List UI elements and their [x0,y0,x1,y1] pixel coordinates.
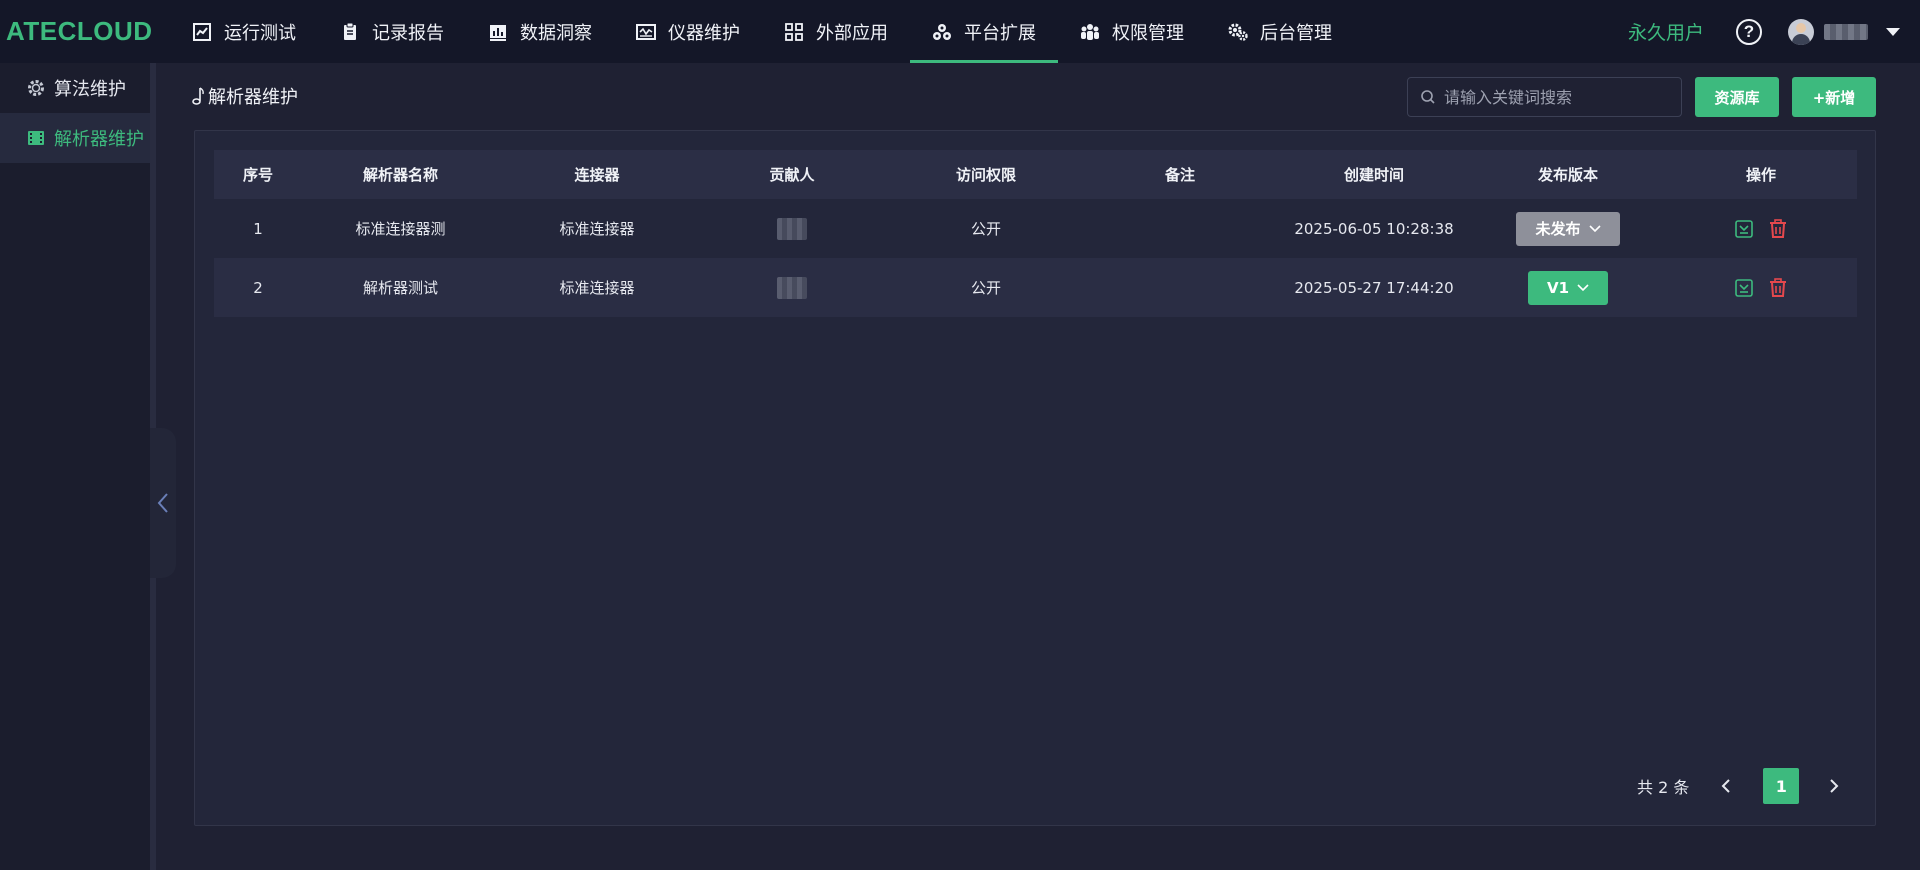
nav-item-data-insight[interactable]: 数据洞察 [466,0,614,63]
pagination: 共 2 条 1 [1637,768,1841,804]
pagination-total: 共 2 条 [1637,778,1690,797]
column-header: 操作 [1745,166,1776,184]
chevron-left-icon [157,493,168,513]
nav-item-label: 平台扩展 [964,22,1036,44]
chevron-down-icon [1588,224,1601,232]
nav-item-instrument[interactable]: 仪器维护 [614,0,762,63]
column-header: 序号 [242,166,273,184]
cell-created: 2025-05-27 17:44:20 [1294,278,1454,297]
top-right-area: 永久用户 ? [1628,0,1920,63]
page-title-text: 解析器维护 [208,87,298,108]
sidebar-item-parser[interactable]: 解析器维护 [0,113,150,163]
users-icon [1081,23,1099,40]
resource-library-button[interactable]: 资源库 [1695,77,1779,117]
contributor-redacted [777,217,807,240]
gears-icon [1228,23,1248,41]
cell-actions [1665,258,1857,317]
clipboard-icon [344,22,356,40]
column-header: 访问权限 [955,166,1016,184]
nav-item-reports[interactable]: 记录报告 [318,0,466,63]
sidebar-collapse-button[interactable] [150,428,176,578]
chevron-down-icon [1577,283,1589,291]
contributor-redacted [777,276,807,299]
cell-index: 1 [253,219,263,238]
nav-item-label: 运行测试 [224,22,296,44]
app-logo[interactable]: ATECLOUD [6,16,166,47]
parser-table: 序号 解析器名称 连接器 贡献人 访问权限 备注 创建时间 发布版本 操作 1 … [214,150,1857,317]
download-icon[interactable] [1734,219,1754,239]
column-header: 贡献人 [769,166,815,184]
cell-index: 2 [253,278,263,297]
music-note-icon [192,87,204,105]
pagination-page-current[interactable]: 1 [1763,768,1800,804]
nav-item-label: 后台管理 [1260,22,1332,44]
cell-access: 公开 [970,279,1001,297]
table-header-row: 序号 解析器名称 连接器 贡献人 访问权限 备注 创建时间 发布版本 操作 [214,150,1857,199]
film-icon [28,131,44,145]
cell-name: 标准连接器测 [355,220,446,238]
sidebar-item-label: 解析器维护 [54,129,144,150]
sidebar-item-label: 算法维护 [54,79,126,100]
cell-name: 解析器测试 [362,279,438,297]
nav-item-platform-ext[interactable]: 平台扩展 [910,0,1058,63]
cell-connector: 标准连接器 [559,279,635,297]
user-type-label: 永久用户 [1627,22,1704,44]
caret-down-icon[interactable] [1886,27,1900,36]
content-panel: 序号 解析器名称 连接器 贡献人 访问权限 备注 创建时间 发布版本 操作 1 … [194,130,1876,826]
chevron-left-icon[interactable] [1719,778,1733,794]
user-name-redacted[interactable] [1824,23,1868,40]
gear-icon [28,80,44,96]
avatar[interactable] [1788,18,1814,45]
sidebar: 算法维护 解析器维护 [0,63,150,870]
nav-item-external-apps[interactable]: 外部应用 [762,0,910,63]
nav-item-label: 记录报告 [372,22,444,44]
version-dropdown[interactable]: 未发布 [1516,211,1620,246]
cell-version: 未发布 [1471,199,1665,258]
chevron-right-icon[interactable] [1827,778,1841,794]
column-header: 连接器 [574,166,620,184]
table-row[interactable]: 2 解析器测试 标准连接器 公开 2025-05-27 17:44:20 V1 [214,258,1857,317]
cell-remark [1083,199,1277,258]
table-row[interactable]: 1 标准连接器测 标准连接器 公开 2025-06-05 10:28:38 未发… [214,199,1857,258]
nav-item-admin[interactable]: 后台管理 [1206,0,1354,63]
column-header: 创建时间 [1343,166,1404,184]
waveform-icon [636,23,656,40]
cell-version: V1 [1471,258,1665,317]
column-header: 备注 [1164,166,1195,184]
search-input[interactable] [1444,87,1664,107]
page-title: 解析器维护 [190,83,298,109]
search-icon [1421,90,1435,104]
delete-icon[interactable] [1768,277,1788,298]
search-box[interactable] [1407,77,1682,117]
nav-item-label: 外部应用 [816,22,888,44]
cell-contributor [695,199,889,258]
cell-actions [1665,199,1857,258]
chart-line-icon [193,22,211,41]
sidebar-item-algorithm[interactable]: 算法维护 [0,63,150,113]
column-header: 发布版本 [1537,166,1598,184]
version-label: V1 [1546,278,1570,297]
cell-contributor [695,258,889,317]
nav-item-label: 数据洞察 [520,22,592,44]
version-dropdown[interactable]: V1 [1528,270,1608,305]
cell-created: 2025-06-05 10:28:38 [1294,219,1454,238]
nav-item-permissions[interactable]: 权限管理 [1058,0,1206,63]
cell-remark [1083,258,1277,317]
cell-access: 公开 [970,220,1001,238]
grid-icon [785,22,803,41]
add-button[interactable]: +新增 [1792,77,1876,117]
bar-chart-icon [490,24,506,41]
download-icon[interactable] [1734,278,1754,298]
version-label: 未发布 [1535,220,1581,238]
nav-item-run-test[interactable]: 运行测试 [170,0,318,63]
nav-item-label: 权限管理 [1112,22,1184,44]
help-icon[interactable]: ? [1736,18,1762,45]
nav-item-label: 仪器维护 [668,22,740,44]
top-nav-bar: ATECLOUD 运行测试 记录报告 数据洞察 仪器维护 外部应用 平台扩展 权… [0,0,1920,63]
main-nav: 运行测试 记录报告 数据洞察 仪器维护 外部应用 平台扩展 权限管理 后台管理 [170,0,1354,63]
cluster-icon [933,23,951,40]
delete-icon[interactable] [1768,218,1788,239]
column-header: 解析器名称 [362,166,438,184]
cell-connector: 标准连接器 [559,220,635,238]
